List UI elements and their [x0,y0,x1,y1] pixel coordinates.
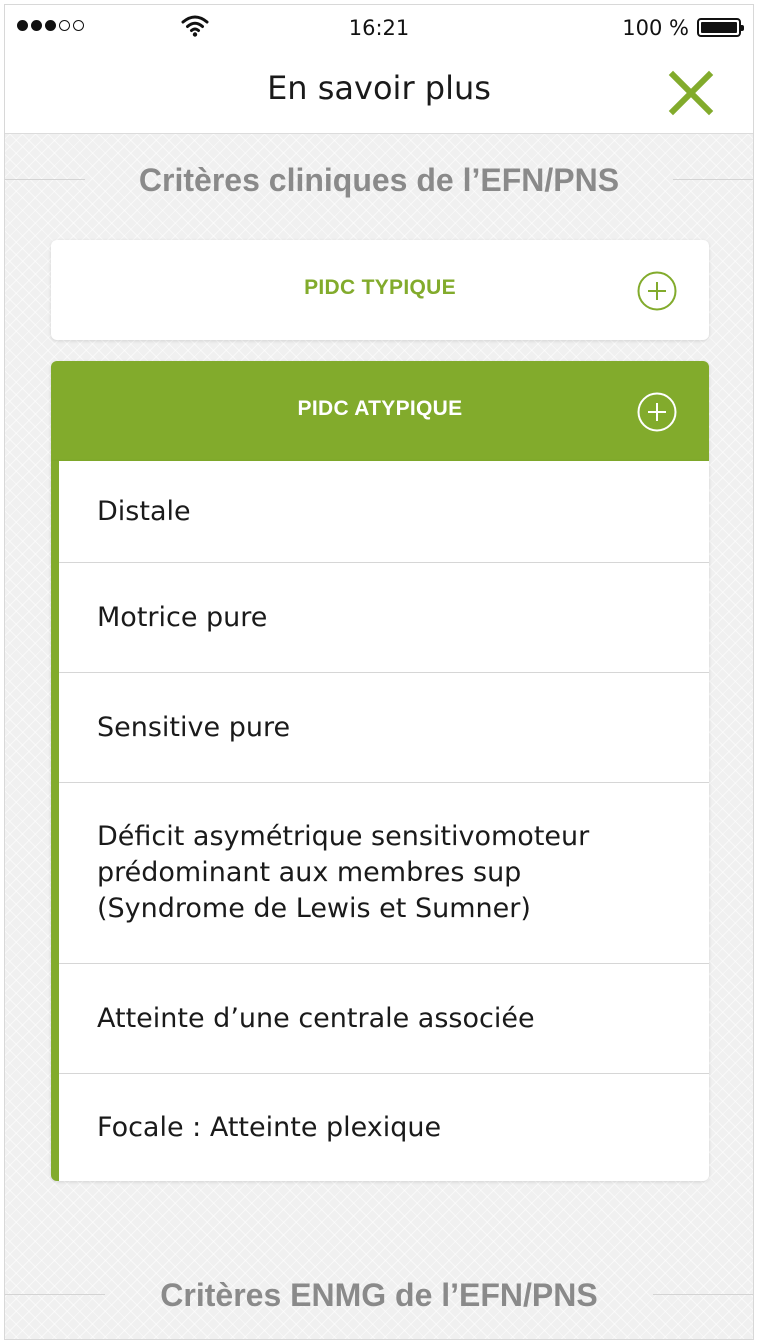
battery-icon [697,18,744,37]
close-x-icon [668,70,714,116]
pidc-atypique-list: Distale Motrice pure Sensitive pure Défi… [51,461,709,1181]
top-bar: 16:21 100 % En savoir plus [5,5,753,134]
plus-circle-icon [637,392,677,432]
page-title: En savoir plus [267,69,491,107]
app-screen: 16:21 100 % En savoir plus Critères clin… [4,4,754,1340]
list-item[interactable]: Sensitive pure [59,673,709,783]
status-bar: 16:21 100 % [5,5,753,49]
list-item[interactable]: Motrice pure [59,563,709,673]
section-header-enmg: Critères ENMG de l’EFN/PNS [5,1269,753,1319]
section-title: Critères ENMG de l’EFN/PNS [160,1277,598,1313]
list-item[interactable]: Atteinte d’une centrale associée [59,964,709,1074]
close-button[interactable] [665,67,717,119]
accordion-label: PIDC ATYPIQUE [297,397,463,420]
plus-circle-icon [637,271,677,311]
section-title: Critères cliniques de l’EFN/PNS [138,162,620,198]
battery-percentage: 100 % [622,16,689,40]
section-header-clinical: Critères cliniques de l’EFN/PNS [5,154,753,204]
list-item[interactable]: Déficit asymétrique sensitivomoteur préd… [59,783,709,964]
list-item[interactable]: Focale : Atteinte plexique [59,1074,709,1181]
list-item[interactable]: Distale [59,461,709,563]
accordion-pidc-atypique[interactable]: PIDC ATYPIQUE [51,361,709,461]
accordion-pidc-typique[interactable]: PIDC TYPIQUE [51,240,709,340]
accordion-label: PIDC TYPIQUE [304,276,456,299]
